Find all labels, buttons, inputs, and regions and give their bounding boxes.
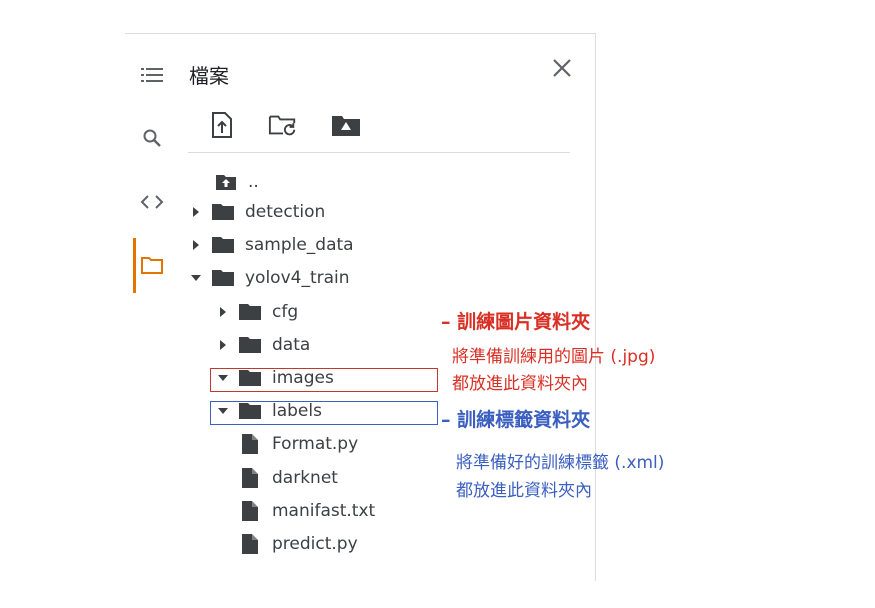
tree-item-label: manifast.txt (272, 501, 376, 521)
tree-file-row[interactable]: manifast.txt (214, 496, 375, 526)
file-icon (238, 467, 262, 489)
chevron-right-icon[interactable] (187, 239, 205, 251)
mount-drive-icon[interactable] (331, 110, 361, 140)
tree-item-label: predict.py (272, 534, 358, 554)
tree-folder-row[interactable]: sample_data (187, 230, 354, 260)
folder-icon (238, 303, 262, 321)
menu-icon[interactable] (132, 57, 172, 93)
images-annotation-heading: – 訓練圖片資料夾 (441, 311, 591, 333)
toolbar-divider (188, 152, 570, 153)
code-icon[interactable] (132, 184, 172, 220)
images-annotation-line1: 將準備訓練用的圖片 (.jpg) (452, 347, 656, 367)
upload-file-icon[interactable] (207, 110, 237, 140)
labels-annotation-line1: 將準備好的訓練標籤 (.xml) (456, 453, 665, 473)
tree-item-label: data (272, 335, 311, 355)
labels-highlight-box (210, 401, 438, 425)
tree-item-label: sample_data (245, 235, 354, 255)
images-annotation-line2: 都放進此資料夾內 (452, 374, 588, 394)
file-icon (238, 533, 262, 555)
refresh-folder-icon[interactable] (268, 110, 298, 140)
images-highlight-box (210, 368, 438, 392)
close-icon[interactable] (548, 54, 576, 82)
chevron-right-icon[interactable] (214, 306, 232, 318)
chevron-down-icon[interactable] (187, 274, 205, 282)
labels-annotation-line2: 都放進此資料夾內 (456, 481, 592, 501)
folder-icon (238, 336, 262, 354)
tree-file-row[interactable]: darknet (214, 463, 338, 493)
folder-icon (211, 203, 235, 221)
tree-folder-row[interactable]: yolov4_train (187, 263, 350, 293)
folder-icon[interactable] (132, 247, 172, 283)
folder-icon (211, 269, 235, 287)
tree-folder-row[interactable]: detection (187, 197, 325, 227)
tree-item-label: cfg (272, 302, 299, 322)
tree-item-label: detection (245, 202, 326, 222)
tree-item-label: darknet (272, 468, 338, 488)
file-icon (238, 433, 262, 455)
tree-item-label: yolov4_train (245, 268, 350, 288)
chevron-right-icon[interactable] (187, 206, 205, 218)
parent-directory[interactable]: .. (214, 167, 259, 197)
file-icon (238, 500, 262, 522)
tree-folder-row[interactable]: cfg (214, 297, 298, 327)
tree-file-row[interactable]: predict.py (214, 529, 358, 559)
folder-up-icon (214, 173, 238, 191)
tree-folder-row[interactable]: data (214, 330, 310, 360)
chevron-right-icon[interactable] (214, 339, 232, 351)
search-icon[interactable] (132, 120, 172, 156)
folder-icon (211, 236, 235, 254)
labels-annotation-heading: – 訓練標籤資料夾 (441, 409, 591, 431)
tree-item-label: Format.py (272, 434, 359, 454)
tree-file-row[interactable]: Format.py (214, 429, 358, 459)
parent-label: .. (248, 172, 259, 192)
panel-title: 檔案 (189, 64, 229, 88)
